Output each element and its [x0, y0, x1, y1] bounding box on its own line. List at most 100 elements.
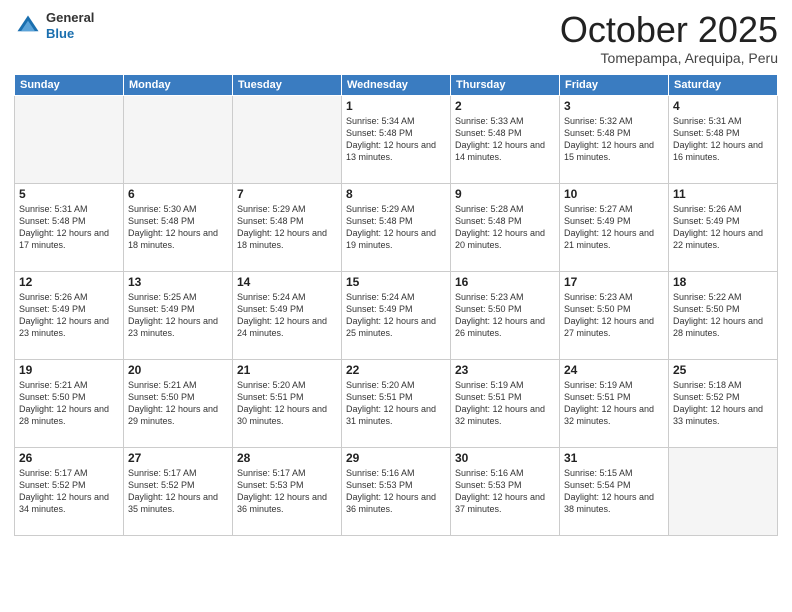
- day-info: Sunrise: 5:31 AM Sunset: 5:48 PM Dayligh…: [673, 115, 773, 164]
- calendar-cell: 12 Sunrise: 5:26 AM Sunset: 5:49 PM Dayli…: [15, 271, 124, 359]
- day-number: 6: [128, 187, 228, 201]
- day-number: 18: [673, 275, 773, 289]
- calendar-cell: [15, 95, 124, 183]
- title-block: October 2025 Tomepampa, Arequipa, Peru: [560, 10, 778, 66]
- day-number: 1: [346, 99, 446, 113]
- calendar-week-4: 19Sunrise: 5:21 AM Sunset: 5:50 PM Dayli…: [15, 359, 778, 447]
- day-number: 4: [673, 99, 773, 113]
- calendar-cell: 3Sunrise: 5:32 AM Sunset: 5:48 PM Daylig…: [560, 95, 669, 183]
- day-number: 15: [346, 275, 446, 289]
- logo-text: General Blue: [46, 10, 94, 41]
- calendar-cell: 21Sunrise: 5:20 AM Sunset: 5:51 PM Dayli…: [233, 359, 342, 447]
- calendar-cell: 2Sunrise: 5:33 AM Sunset: 5:48 PM Daylig…: [451, 95, 560, 183]
- day-info: Sunrise: 5:26 AM Sunset: 5:49 PM Dayligh…: [19, 291, 119, 340]
- calendar-cell: 11 Sunrise: 5:26 AM Sunset: 5:49 PM Dayli…: [669, 183, 778, 271]
- day-number: 13: [128, 275, 228, 289]
- day-info: Sunrise: 5:17 AM Sunset: 5:52 PM Dayligh…: [128, 467, 228, 516]
- calendar-cell: 25Sunrise: 5:18 AM Sunset: 5:52 PM Dayli…: [669, 359, 778, 447]
- calendar-cell: 15Sunrise: 5:24 AM Sunset: 5:49 PM Dayli…: [342, 271, 451, 359]
- month-title: October 2025: [560, 10, 778, 50]
- day-info: Sunrise: 5:28 AM Sunset: 5:48 PM Dayligh…: [455, 203, 555, 252]
- day-info: Sunrise: 5:20 AM Sunset: 5:51 PM Dayligh…: [237, 379, 337, 428]
- logo-general: General: [46, 10, 94, 26]
- calendar-week-1: 1 Sunrise: 5:34 AM Sunset: 5:48 PM Daylig…: [15, 95, 778, 183]
- logo-blue: Blue: [46, 26, 94, 42]
- calendar-cell: [233, 95, 342, 183]
- day-number: 31: [564, 451, 664, 465]
- day-number: 5: [19, 187, 119, 201]
- location: Tomepampa, Arequipa, Peru: [560, 50, 778, 66]
- calendar-cell: 7Sunrise: 5:29 AM Sunset: 5:48 PM Daylig…: [233, 183, 342, 271]
- calendar-cell: 5 Sunrise: 5:31 AM Sunset: 5:48 PM Daylig…: [15, 183, 124, 271]
- calendar-cell: 24Sunrise: 5:19 AM Sunset: 5:51 PM Dayli…: [560, 359, 669, 447]
- day-number: 23: [455, 363, 555, 377]
- calendar-cell: 14Sunrise: 5:24 AM Sunset: 5:49 PM Dayli…: [233, 271, 342, 359]
- day-info: Sunrise: 5:15 AM Sunset: 5:54 PM Dayligh…: [564, 467, 664, 516]
- calendar-header-thursday: Thursday: [451, 74, 560, 95]
- day-info: Sunrise: 5:16 AM Sunset: 5:53 PM Dayligh…: [455, 467, 555, 516]
- calendar-cell: 17 Sunrise: 5:23 AM Sunset: 5:50 PM Dayli…: [560, 271, 669, 359]
- day-info: Sunrise: 5:30 AM Sunset: 5:48 PM Dayligh…: [128, 203, 228, 252]
- day-info: Sunrise: 5:31 AM Sunset: 5:48 PM Dayligh…: [19, 203, 119, 252]
- calendar-cell: 8Sunrise: 5:29 AM Sunset: 5:48 PM Daylig…: [342, 183, 451, 271]
- day-number: 22: [346, 363, 446, 377]
- calendar-week-3: 12 Sunrise: 5:26 AM Sunset: 5:49 PM Dayli…: [15, 271, 778, 359]
- day-number: 30: [455, 451, 555, 465]
- calendar-week-2: 5 Sunrise: 5:31 AM Sunset: 5:48 PM Daylig…: [15, 183, 778, 271]
- calendar-header-monday: Monday: [124, 74, 233, 95]
- calendar-cell: 27 Sunrise: 5:17 AM Sunset: 5:52 PM Dayli…: [124, 447, 233, 535]
- day-info: Sunrise: 5:33 AM Sunset: 5:48 PM Dayligh…: [455, 115, 555, 164]
- day-info: Sunrise: 5:16 AM Sunset: 5:53 PM Dayligh…: [346, 467, 446, 516]
- calendar-cell: 18Sunrise: 5:22 AM Sunset: 5:50 PM Dayli…: [669, 271, 778, 359]
- calendar-cell: 19Sunrise: 5:21 AM Sunset: 5:50 PM Dayli…: [15, 359, 124, 447]
- day-number: 11: [673, 187, 773, 201]
- calendar-cell: 29 Sunrise: 5:16 AM Sunset: 5:53 PM Dayli…: [342, 447, 451, 535]
- calendar-cell: 23Sunrise: 5:19 AM Sunset: 5:51 PM Dayli…: [451, 359, 560, 447]
- day-info: Sunrise: 5:27 AM Sunset: 5:49 PM Dayligh…: [564, 203, 664, 252]
- day-number: 12: [19, 275, 119, 289]
- day-number: 10: [564, 187, 664, 201]
- day-number: 25: [673, 363, 773, 377]
- calendar-cell: 26 Sunrise: 5:17 AM Sunset: 5:52 PM Dayli…: [15, 447, 124, 535]
- header: General Blue October 2025 Tomepampa, Are…: [14, 10, 778, 66]
- day-info: Sunrise: 5:26 AM Sunset: 5:49 PM Dayligh…: [673, 203, 773, 252]
- calendar-header-row: SundayMondayTuesdayWednesdayThursdayFrid…: [15, 74, 778, 95]
- calendar-header-tuesday: Tuesday: [233, 74, 342, 95]
- logo: General Blue: [14, 10, 94, 41]
- calendar-cell: 4 Sunrise: 5:31 AM Sunset: 5:48 PM Daylig…: [669, 95, 778, 183]
- calendar-header-sunday: Sunday: [15, 74, 124, 95]
- calendar-cell: 28 Sunrise: 5:17 AM Sunset: 5:53 PM Dayli…: [233, 447, 342, 535]
- day-info: Sunrise: 5:32 AM Sunset: 5:48 PM Dayligh…: [564, 115, 664, 164]
- day-number: 16: [455, 275, 555, 289]
- day-info: Sunrise: 5:20 AM Sunset: 5:51 PM Dayligh…: [346, 379, 446, 428]
- day-info: Sunrise: 5:23 AM Sunset: 5:50 PM Dayligh…: [564, 291, 664, 340]
- day-number: 26: [19, 451, 119, 465]
- calendar-cell: [669, 447, 778, 535]
- calendar-cell: 31 Sunrise: 5:15 AM Sunset: 5:54 PM Dayli…: [560, 447, 669, 535]
- day-number: 24: [564, 363, 664, 377]
- day-info: Sunrise: 5:17 AM Sunset: 5:53 PM Dayligh…: [237, 467, 337, 516]
- calendar-cell: 13Sunrise: 5:25 AM Sunset: 5:49 PM Dayli…: [124, 271, 233, 359]
- day-info: Sunrise: 5:21 AM Sunset: 5:50 PM Dayligh…: [19, 379, 119, 428]
- calendar-header-saturday: Saturday: [669, 74, 778, 95]
- calendar-cell: 10 Sunrise: 5:27 AM Sunset: 5:49 PM Dayli…: [560, 183, 669, 271]
- logo-icon: [14, 12, 42, 40]
- calendar-cell: [124, 95, 233, 183]
- day-number: 9: [455, 187, 555, 201]
- calendar-cell: 1 Sunrise: 5:34 AM Sunset: 5:48 PM Daylig…: [342, 95, 451, 183]
- day-number: 27: [128, 451, 228, 465]
- day-info: Sunrise: 5:23 AM Sunset: 5:50 PM Dayligh…: [455, 291, 555, 340]
- day-info: Sunrise: 5:17 AM Sunset: 5:52 PM Dayligh…: [19, 467, 119, 516]
- day-number: 7: [237, 187, 337, 201]
- calendar-cell: 9 Sunrise: 5:28 AM Sunset: 5:48 PM Daylig…: [451, 183, 560, 271]
- calendar-cell: 16 Sunrise: 5:23 AM Sunset: 5:50 PM Dayli…: [451, 271, 560, 359]
- day-number: 17: [564, 275, 664, 289]
- calendar-header-friday: Friday: [560, 74, 669, 95]
- day-number: 20: [128, 363, 228, 377]
- day-number: 29: [346, 451, 446, 465]
- calendar-cell: 6 Sunrise: 5:30 AM Sunset: 5:48 PM Daylig…: [124, 183, 233, 271]
- day-info: Sunrise: 5:34 AM Sunset: 5:48 PM Dayligh…: [346, 115, 446, 164]
- day-info: Sunrise: 5:24 AM Sunset: 5:49 PM Dayligh…: [237, 291, 337, 340]
- day-info: Sunrise: 5:29 AM Sunset: 5:48 PM Dayligh…: [346, 203, 446, 252]
- day-number: 28: [237, 451, 337, 465]
